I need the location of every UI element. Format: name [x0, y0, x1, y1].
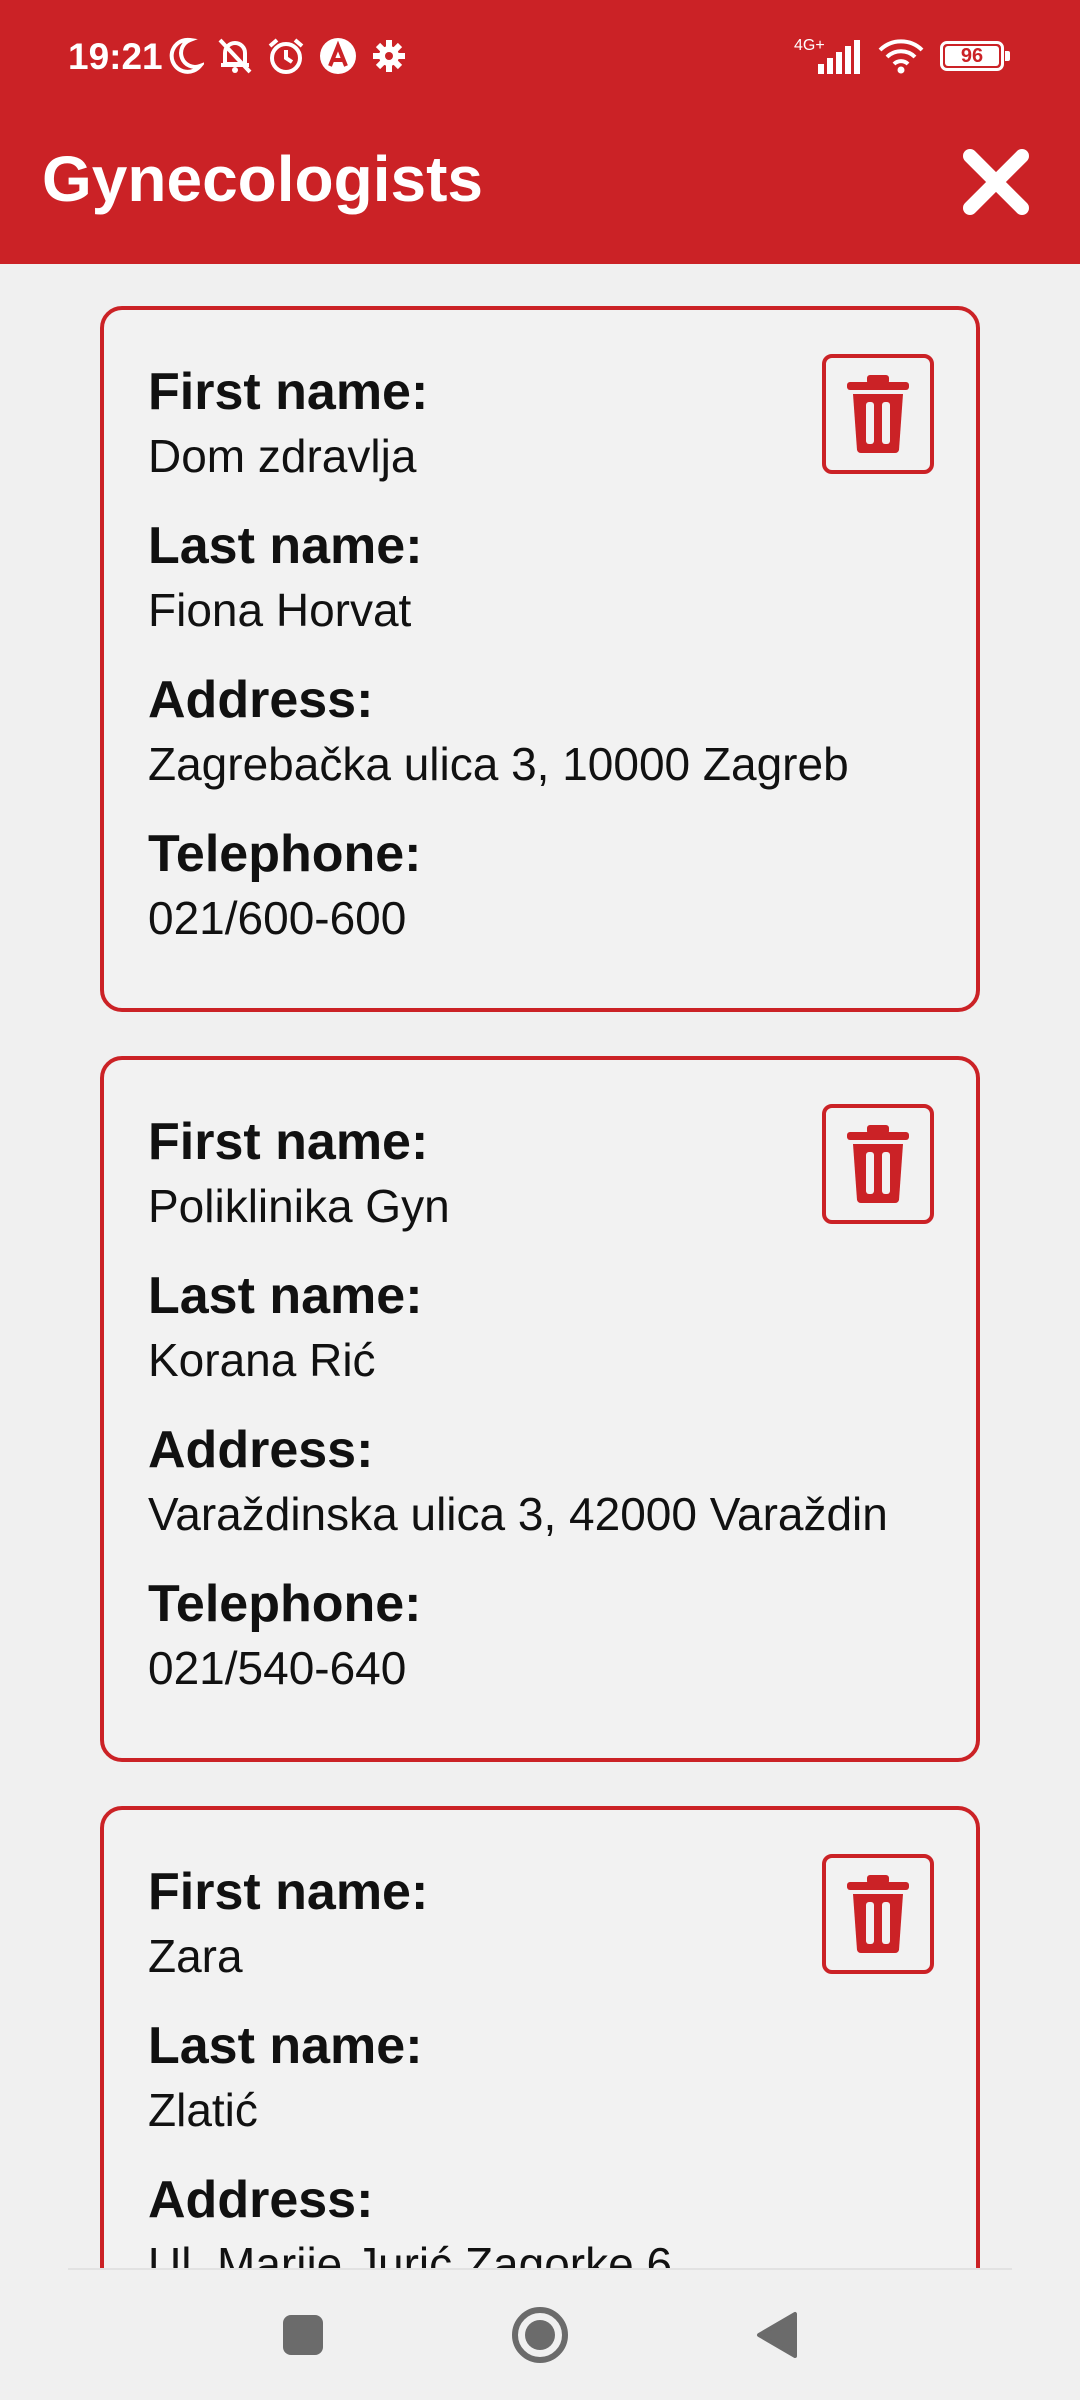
first-name-label: First name:: [148, 1863, 429, 1921]
address-value: Zagrebačka ulica 3, 10000 Zagreb: [148, 738, 849, 790]
first-name-field: First name: Dom zdravlja: [148, 360, 428, 488]
trash-icon: [847, 1125, 909, 1203]
telephone-label: Telephone:: [148, 1575, 422, 1633]
gynecologist-list[interactable]: First name: Dom zdravlja Last name: Fion…: [0, 264, 1080, 2270]
first-name-label: First name:: [148, 363, 429, 421]
first-name-field: First name: Zara: [148, 1860, 428, 1988]
last-name-value: Korana Rić: [148, 1334, 376, 1386]
last-name-value: Zlatić: [148, 2084, 258, 2136]
address-label: Address:: [148, 2171, 374, 2229]
gynecologist-card: First name: Dom zdravlja Last name: Fion…: [100, 306, 980, 1012]
page-title: Gynecologists: [42, 143, 483, 215]
last-name-label: Last name:: [148, 517, 423, 575]
address-field: Address: Varaždinska ulica 3, 42000 Vara…: [148, 1418, 888, 1546]
gynecologist-card: First name: Zara Last name: Zlatić Addre…: [100, 1806, 980, 2270]
first-name-value: Dom zdravlja: [148, 430, 417, 482]
battery-level: 96: [960, 44, 984, 67]
telephone-field: Telephone: 021/540-640: [148, 1572, 421, 1700]
navigation-bar: [0, 2270, 1080, 2400]
last-name-label: Last name:: [148, 2017, 423, 2075]
trash-icon: [847, 375, 909, 453]
last-name-field: Last name: Zlatić: [148, 2014, 423, 2142]
address-label: Address:: [148, 671, 374, 729]
status-bar: 19:21 4G+ 96: [0, 0, 1080, 116]
alarm-icon: [266, 36, 306, 76]
address-field: Address: Zagrebačka ulica 3, 10000 Zagre…: [148, 668, 849, 796]
telephone-value: 021/600-600: [148, 892, 407, 944]
telephone-label: Telephone:: [148, 825, 422, 883]
close-button[interactable]: [958, 144, 1034, 220]
network-type: 4G+: [794, 37, 825, 54]
recents-button[interactable]: [268, 2300, 338, 2370]
address-value: Varaždinska ulica 3, 42000 Varaždin: [148, 1488, 888, 1540]
delete-button[interactable]: [822, 354, 934, 474]
status-icons-right: 4G+ 96: [792, 36, 1010, 76]
wifi-icon: [876, 36, 926, 76]
moon-icon: [168, 36, 204, 76]
battery-icon: 96: [940, 41, 1010, 71]
close-icon: [963, 149, 1029, 215]
first-name-value: Zara: [148, 1930, 243, 1982]
back-icon: [757, 2312, 797, 2358]
gear-icon: [370, 36, 408, 76]
telephone-value: 021/540-640: [148, 1642, 407, 1694]
last-name-field: Last name: Fiona Horvat: [148, 514, 423, 642]
signal-icon: 4G+: [792, 36, 862, 76]
bell-off-icon: [216, 36, 254, 76]
last-name-field: Last name: Korana Rić: [148, 1264, 423, 1392]
last-name-label: Last name:: [148, 1267, 423, 1325]
delete-button[interactable]: [822, 1104, 934, 1224]
home-icon: [512, 2307, 568, 2363]
app-a-icon: [318, 36, 358, 76]
address-field: Address: Ul. Marije Jurić Zagorke 6: [148, 2168, 672, 2270]
address-value: Ul. Marije Jurić Zagorke 6: [148, 2238, 673, 2270]
first-name-label: First name:: [148, 1113, 429, 1171]
trash-icon: [847, 1875, 909, 1953]
last-name-value: Fiona Horvat: [148, 584, 412, 636]
status-time: 19:21: [68, 36, 163, 77]
first-name-field: First name: Poliklinika Gyn: [148, 1110, 450, 1238]
first-name-value: Poliklinika Gyn: [148, 1180, 450, 1232]
recents-icon: [283, 2315, 323, 2355]
app-bar: Gynecologists: [0, 116, 1080, 264]
status-icons-left: [168, 36, 408, 76]
delete-button[interactable]: [822, 1854, 934, 1974]
address-label: Address:: [148, 1421, 374, 1479]
telephone-field: Telephone: 021/600-600: [148, 822, 421, 950]
home-button[interactable]: [505, 2300, 575, 2370]
gynecologist-card: First name: Poliklinika Gyn Last name: K…: [100, 1056, 980, 1762]
back-button[interactable]: [742, 2300, 812, 2370]
